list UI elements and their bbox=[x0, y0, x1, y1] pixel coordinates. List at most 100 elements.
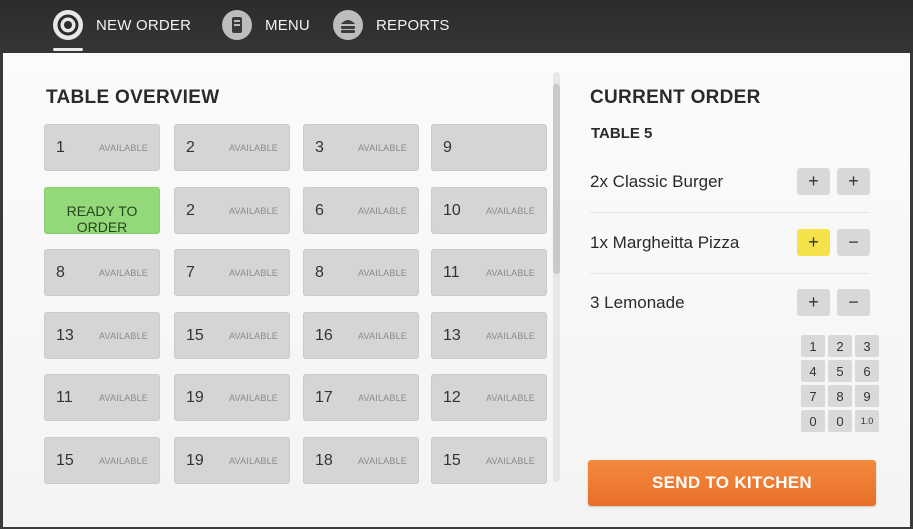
keypad-key[interactable]: 9 bbox=[855, 385, 879, 407]
phone-menu-icon bbox=[222, 10, 252, 40]
table-tile[interactable]: 1 AVAILABLE bbox=[44, 124, 160, 171]
increase-quantity-button[interactable]: + bbox=[797, 168, 830, 195]
keypad-key[interactable]: 5 bbox=[828, 360, 852, 382]
table-tile[interactable]: 15 AVAILABLE bbox=[431, 437, 547, 484]
ready-to-order-label: READY TO ORDER bbox=[66, 203, 138, 235]
table-tile[interactable]: 7 AVAILABLE bbox=[174, 249, 290, 296]
table-number: 19 bbox=[186, 452, 204, 469]
table-number: 15 bbox=[443, 452, 461, 469]
table-status: AVAILABLE bbox=[229, 393, 278, 403]
table-tile[interactable]: 3 AVAILABLE bbox=[303, 124, 419, 171]
table-tile[interactable]: 9 bbox=[431, 124, 547, 171]
table-number: 11 bbox=[443, 264, 460, 281]
nav-reports-label: REPORTS bbox=[376, 16, 450, 34]
table-number: 7 bbox=[186, 264, 195, 281]
table-tile[interactable]: 10 AVAILABLE bbox=[431, 187, 547, 234]
keypad-key[interactable]: 0 bbox=[801, 410, 825, 432]
table-number: 16 bbox=[315, 327, 333, 344]
keypad-key[interactable]: 4 bbox=[801, 360, 825, 382]
table-number: 15 bbox=[56, 452, 74, 469]
table-tile[interactable]: 15 AVAILABLE bbox=[174, 312, 290, 359]
increase-quantity-button[interactable]: + bbox=[837, 168, 870, 195]
increase-quantity-button[interactable]: + bbox=[797, 229, 830, 256]
order-item-divider bbox=[590, 212, 870, 213]
nav-reports[interactable]: REPORTS bbox=[333, 0, 450, 50]
increase-quantity-button[interactable]: + bbox=[797, 289, 830, 316]
top-navigation-bar: NEW ORDER MENU REPORTS bbox=[0, 0, 913, 53]
table-number: 8 bbox=[56, 264, 65, 281]
table-status: AVAILABLE bbox=[486, 268, 535, 278]
table-number: 2 bbox=[186, 202, 195, 219]
table-number: 6 bbox=[315, 202, 324, 219]
table-status: AVAILABLE bbox=[99, 268, 148, 278]
table-tile[interactable]: 15 AVAILABLE bbox=[44, 437, 160, 484]
table-status: AVAILABLE bbox=[99, 456, 148, 466]
table-tile[interactable]: 17 AVAILABLE bbox=[303, 374, 419, 421]
table-tile[interactable]: 13 AVAILABLE bbox=[44, 312, 160, 359]
table-tile[interactable]: 11 AVAILABLE bbox=[431, 249, 547, 296]
table-number: 9 bbox=[443, 139, 452, 156]
keypad-key[interactable]: 7 bbox=[801, 385, 825, 407]
keypad-key[interactable]: 8 bbox=[828, 385, 852, 407]
table-status: AVAILABLE bbox=[358, 393, 407, 403]
table-status: AVAILABLE bbox=[229, 143, 278, 153]
table-tile[interactable]: 16 AVAILABLE bbox=[303, 312, 419, 359]
table-status: AVAILABLE bbox=[229, 268, 278, 278]
keypad-key[interactable]: 6 bbox=[855, 360, 879, 382]
table-tile[interactable]: 13 AVAILABLE bbox=[431, 312, 547, 359]
current-order-title: CURRENT ORDER bbox=[590, 87, 761, 108]
table-number: 2 bbox=[186, 139, 195, 156]
table-tile[interactable]: 18 AVAILABLE bbox=[303, 437, 419, 484]
target-icon bbox=[53, 10, 83, 40]
table-status: AVAILABLE bbox=[358, 268, 407, 278]
table-tile[interactable]: 19 AVAILABLE bbox=[174, 374, 290, 421]
burger-icon bbox=[333, 10, 363, 40]
scrollbar-thumb[interactable] bbox=[553, 84, 560, 274]
table-status: AVAILABLE bbox=[486, 331, 535, 341]
nav-menu[interactable]: MENU bbox=[222, 0, 310, 50]
table-status: AVAILABLE bbox=[358, 456, 407, 466]
table-number: 8 bbox=[315, 264, 324, 281]
keypad-key[interactable]: 1.0 bbox=[855, 410, 879, 432]
table-status: AVAILABLE bbox=[229, 331, 278, 341]
order-item-name: 2x Classic Burger bbox=[590, 172, 724, 191]
table-status: AVAILABLE bbox=[99, 393, 148, 403]
table-number: 15 bbox=[186, 327, 204, 344]
table-tile[interactable]: 8 AVAILABLE bbox=[303, 249, 419, 296]
table-status: AVAILABLE bbox=[99, 331, 148, 341]
order-item-name: 1x Margheitta Pizza bbox=[590, 233, 740, 252]
table-status: AVAILABLE bbox=[229, 206, 278, 216]
keypad-key[interactable]: 0 bbox=[828, 410, 852, 432]
table-number: 11 bbox=[56, 389, 73, 406]
decrease-quantity-button[interactable]: − bbox=[837, 229, 870, 256]
table-number: 17 bbox=[315, 389, 333, 406]
table-overview-title: TABLE OVERVIEW bbox=[46, 87, 220, 108]
keypad-key[interactable]: 1 bbox=[801, 335, 825, 357]
table-status: AVAILABLE bbox=[358, 143, 407, 153]
keypad-key[interactable]: 2 bbox=[828, 335, 852, 357]
table-tile[interactable]: 11 AVAILABLE bbox=[44, 374, 160, 421]
table-status: AVAILABLE bbox=[99, 143, 148, 153]
table-tile[interactable]: 8 AVAILABLE bbox=[44, 249, 160, 296]
table-tile[interactable]: 2 AVAILABLE bbox=[174, 124, 290, 171]
table-tile[interactable]: 6 AVAILABLE bbox=[303, 187, 419, 234]
table-tile-ready[interactable]: READY TO ORDER bbox=[44, 187, 160, 235]
table-number: 12 bbox=[443, 389, 461, 406]
table-tile[interactable]: 12 AVAILABLE bbox=[431, 374, 547, 421]
order-table-label: TABLE 5 bbox=[591, 125, 653, 142]
table-scrollbar[interactable] bbox=[553, 72, 560, 482]
table-tile[interactable]: 2 AVAILABLE bbox=[174, 187, 290, 234]
active-tab-indicator bbox=[53, 48, 83, 51]
table-status: AVAILABLE bbox=[486, 206, 535, 216]
table-status: AVAILABLE bbox=[229, 456, 278, 466]
order-item-name: 3 Lemonade bbox=[590, 293, 685, 312]
keypad-key[interactable]: 3 bbox=[855, 335, 879, 357]
send-to-kitchen-button[interactable]: SEND TO KITCHEN bbox=[588, 460, 876, 506]
nav-new-order[interactable]: NEW ORDER bbox=[53, 0, 191, 50]
table-number: 19 bbox=[186, 389, 204, 406]
decrease-quantity-button[interactable]: − bbox=[837, 289, 870, 316]
table-status: AVAILABLE bbox=[486, 393, 535, 403]
table-number: 3 bbox=[315, 139, 324, 156]
table-tile[interactable]: 19 AVAILABLE bbox=[174, 437, 290, 484]
table-status: AVAILABLE bbox=[358, 206, 407, 216]
